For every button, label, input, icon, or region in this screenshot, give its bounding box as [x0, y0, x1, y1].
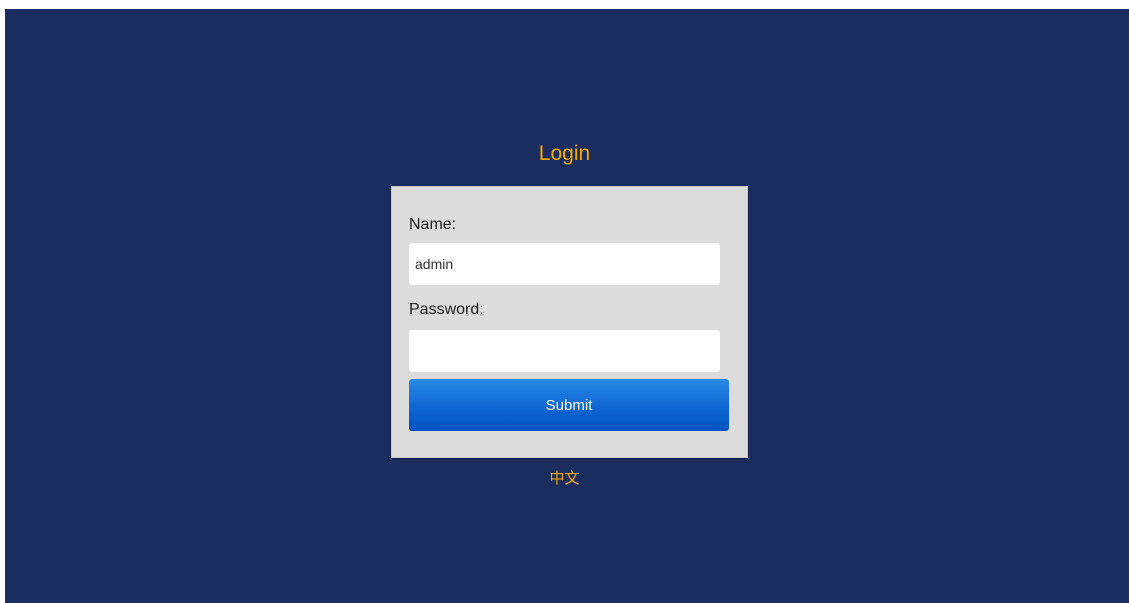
submit-button[interactable]: Submit — [409, 379, 729, 431]
language-switch-link[interactable]: 中文 — [0, 468, 1129, 488]
login-form: Name: Password: Submit — [391, 186, 748, 458]
name-input[interactable] — [409, 243, 720, 285]
name-label: Name: — [409, 216, 457, 233]
password-input[interactable] — [409, 330, 720, 372]
page-title: Login — [538, 142, 591, 165]
password-label: Password: — [409, 301, 484, 318]
